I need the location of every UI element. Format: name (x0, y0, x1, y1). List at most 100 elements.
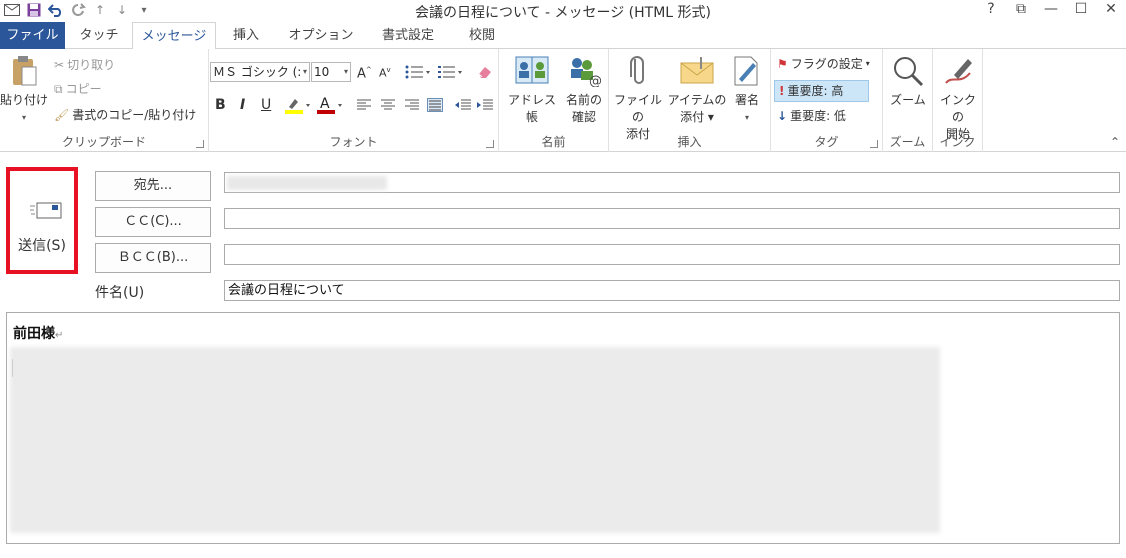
justify-button[interactable] (427, 95, 443, 115)
ribbon-display-button[interactable]: ⧉ (1012, 1, 1030, 17)
cut-button[interactable]: ✂ 切り取り (54, 55, 115, 75)
font-size-combo[interactable]: 10 ▾ (311, 62, 351, 82)
low-importance-button[interactable]: ↓ 重要度: 低 (777, 106, 846, 126)
signature-button[interactable]: 署名 ▾ (727, 55, 767, 126)
low-importance-label: 重要度: 低 (790, 109, 846, 123)
group-zoom: ズーム ズーム (883, 49, 933, 152)
send-envelope-icon (30, 202, 62, 219)
paintbrush-icon: 🖌 (54, 108, 70, 122)
help-button[interactable]: ? (982, 1, 1000, 17)
address-book-icon (515, 56, 549, 84)
grow-font-icon: A^ (357, 65, 372, 82)
italic-icon: I (240, 97, 246, 113)
highlighter-icon (285, 99, 310, 114)
check-names-button[interactable]: @ 名前の 確認 (561, 55, 607, 126)
font-color-icon: A (317, 96, 342, 114)
flag-icon: ⚑ (777, 57, 788, 71)
attach-item-button[interactable]: アイテムの 添付 ▾ (667, 55, 727, 126)
tab-file[interactable]: ファイル (0, 22, 65, 49)
grow-font-button[interactable]: A^ (357, 62, 372, 82)
align-right-button[interactable] (405, 95, 419, 115)
increase-indent-button[interactable] (477, 95, 493, 115)
format-painter-label: 書式のコピー/貼り付け (72, 108, 197, 122)
shrink-font-button[interactable]: Av (379, 62, 391, 82)
bcc-field[interactable] (224, 244, 1120, 265)
zoom-button[interactable]: ズーム (885, 55, 931, 109)
attach-file-button[interactable]: ファイルの 添付 (609, 55, 667, 143)
font-group-label: フォント (329, 135, 378, 149)
group-include: ファイルの 添付 アイテムの 添付 ▾ 署名 ▾ 挿入 (609, 49, 771, 152)
follow-up-button[interactable]: ⚑ フラグの設定 ▾ (777, 54, 870, 74)
follow-up-label: フラグの設定 (790, 57, 863, 71)
body-greeting: 前田様↵ (13, 323, 63, 343)
font-launcher-icon[interactable] (486, 140, 494, 148)
decrease-indent-button[interactable] (455, 95, 471, 115)
ink-group-label: インク (939, 135, 976, 149)
maximize-button[interactable]: ☐ (1072, 1, 1090, 17)
align-left-button[interactable] (357, 95, 371, 115)
tab-touch[interactable]: タッチ (78, 22, 120, 49)
italic-button[interactable]: I (240, 95, 245, 115)
cc-field[interactable] (224, 208, 1120, 229)
svg-text:@: @ (589, 74, 601, 87)
align-center-button[interactable] (381, 95, 395, 115)
start-inking-button[interactable]: インクの 開始 (935, 55, 981, 143)
group-names: アドレス帳 @ 名前の 確認 名前 (499, 49, 609, 152)
underline-icon: U (261, 97, 272, 113)
format-painter-button[interactable]: 🖌 書式のコピー/貼り付け (54, 105, 196, 125)
address-book-button[interactable]: アドレス帳 (503, 55, 561, 126)
tab-options[interactable]: オプション (288, 22, 354, 49)
font-size-value: 10 (314, 65, 330, 79)
subject-field[interactable]: 会議の日程について (224, 280, 1120, 301)
eraser-icon (478, 67, 491, 78)
bullets-button[interactable] (405, 62, 431, 82)
tags-launcher-icon[interactable] (870, 140, 878, 148)
bold-button[interactable]: B (215, 95, 226, 115)
send-button[interactable]: 送信(S) (6, 167, 78, 274)
font-name-combo[interactable]: ＭＳ ゴシック (: ▾ (210, 62, 310, 82)
scissors-icon: ✂ (54, 58, 65, 72)
to-button[interactable]: 宛先... (95, 171, 211, 201)
paste-button[interactable]: 貼り付け ▾ (0, 55, 48, 126)
tab-review[interactable]: 校閲 (462, 22, 502, 49)
exclamation-icon: ! (779, 84, 785, 98)
tab-format[interactable]: 書式設定 (372, 22, 444, 49)
bcc-button[interactable]: ＢＣＣ(B)... (95, 243, 211, 273)
high-importance-button[interactable]: ! 重要度: 高 (774, 80, 869, 102)
to-field[interactable] (224, 172, 1120, 193)
copy-icon: ⧉ (54, 82, 63, 96)
text-cursor (12, 359, 13, 377)
clipboard-launcher-icon[interactable] (196, 140, 204, 148)
ribbon: 貼り付け ▾ ✂ 切り取り ⧉ コピー 🖌 書式のコピー/貼り付け クリップボー… (0, 49, 1126, 152)
check-names-icon: @ (571, 58, 602, 89)
group-clipboard: 貼り付け ▾ ✂ 切り取り ⧉ コピー 🖌 書式のコピー/貼り付け クリップボー… (0, 49, 209, 152)
font-color-button[interactable]: A (317, 95, 345, 115)
start-inking-label-1: インクの (939, 93, 976, 124)
clear-formatting-button[interactable] (477, 62, 493, 82)
collapse-ribbon-icon[interactable]: ⌃ (1110, 135, 1120, 149)
underline-button[interactable]: U (261, 95, 271, 115)
tags-group-label: タグ (814, 135, 839, 149)
window-title: 会議の日程について - メッセージ (HTML 形式) (414, 5, 712, 21)
tab-message[interactable]: メッセージ (132, 22, 216, 50)
highlight-button[interactable] (285, 95, 313, 115)
minimize-button[interactable]: — (1042, 1, 1060, 17)
increase-indent-icon (477, 99, 493, 110)
numbering-button[interactable] (437, 62, 463, 82)
cc-button[interactable]: ＣＣ(C)... (95, 207, 211, 237)
magnifier-icon (894, 57, 924, 87)
title-bar: ↑ ↓ ▾ 会議の日程について - メッセージ (HTML 形式) ? ⧉ — … (0, 0, 1126, 22)
attach-file-label-1: ファイルの (613, 93, 662, 124)
subject-label: 件名(U) (95, 285, 145, 301)
check-names-label-1: 名前の (565, 93, 602, 107)
envelope-attach-icon (680, 57, 714, 84)
close-button[interactable]: ✕ (1102, 1, 1120, 17)
group-ink: インクの 開始 インク (933, 49, 983, 152)
paperclip-icon (630, 56, 644, 84)
pen-ink-icon (945, 59, 972, 84)
shrink-font-icon: Av (379, 66, 391, 80)
message-body[interactable]: 前田様↵ (6, 312, 1120, 544)
copy-button[interactable]: ⧉ コピー (54, 79, 102, 99)
chevron-down-icon: ▾ (302, 67, 307, 76)
tab-insert[interactable]: 挿入 (226, 22, 266, 49)
